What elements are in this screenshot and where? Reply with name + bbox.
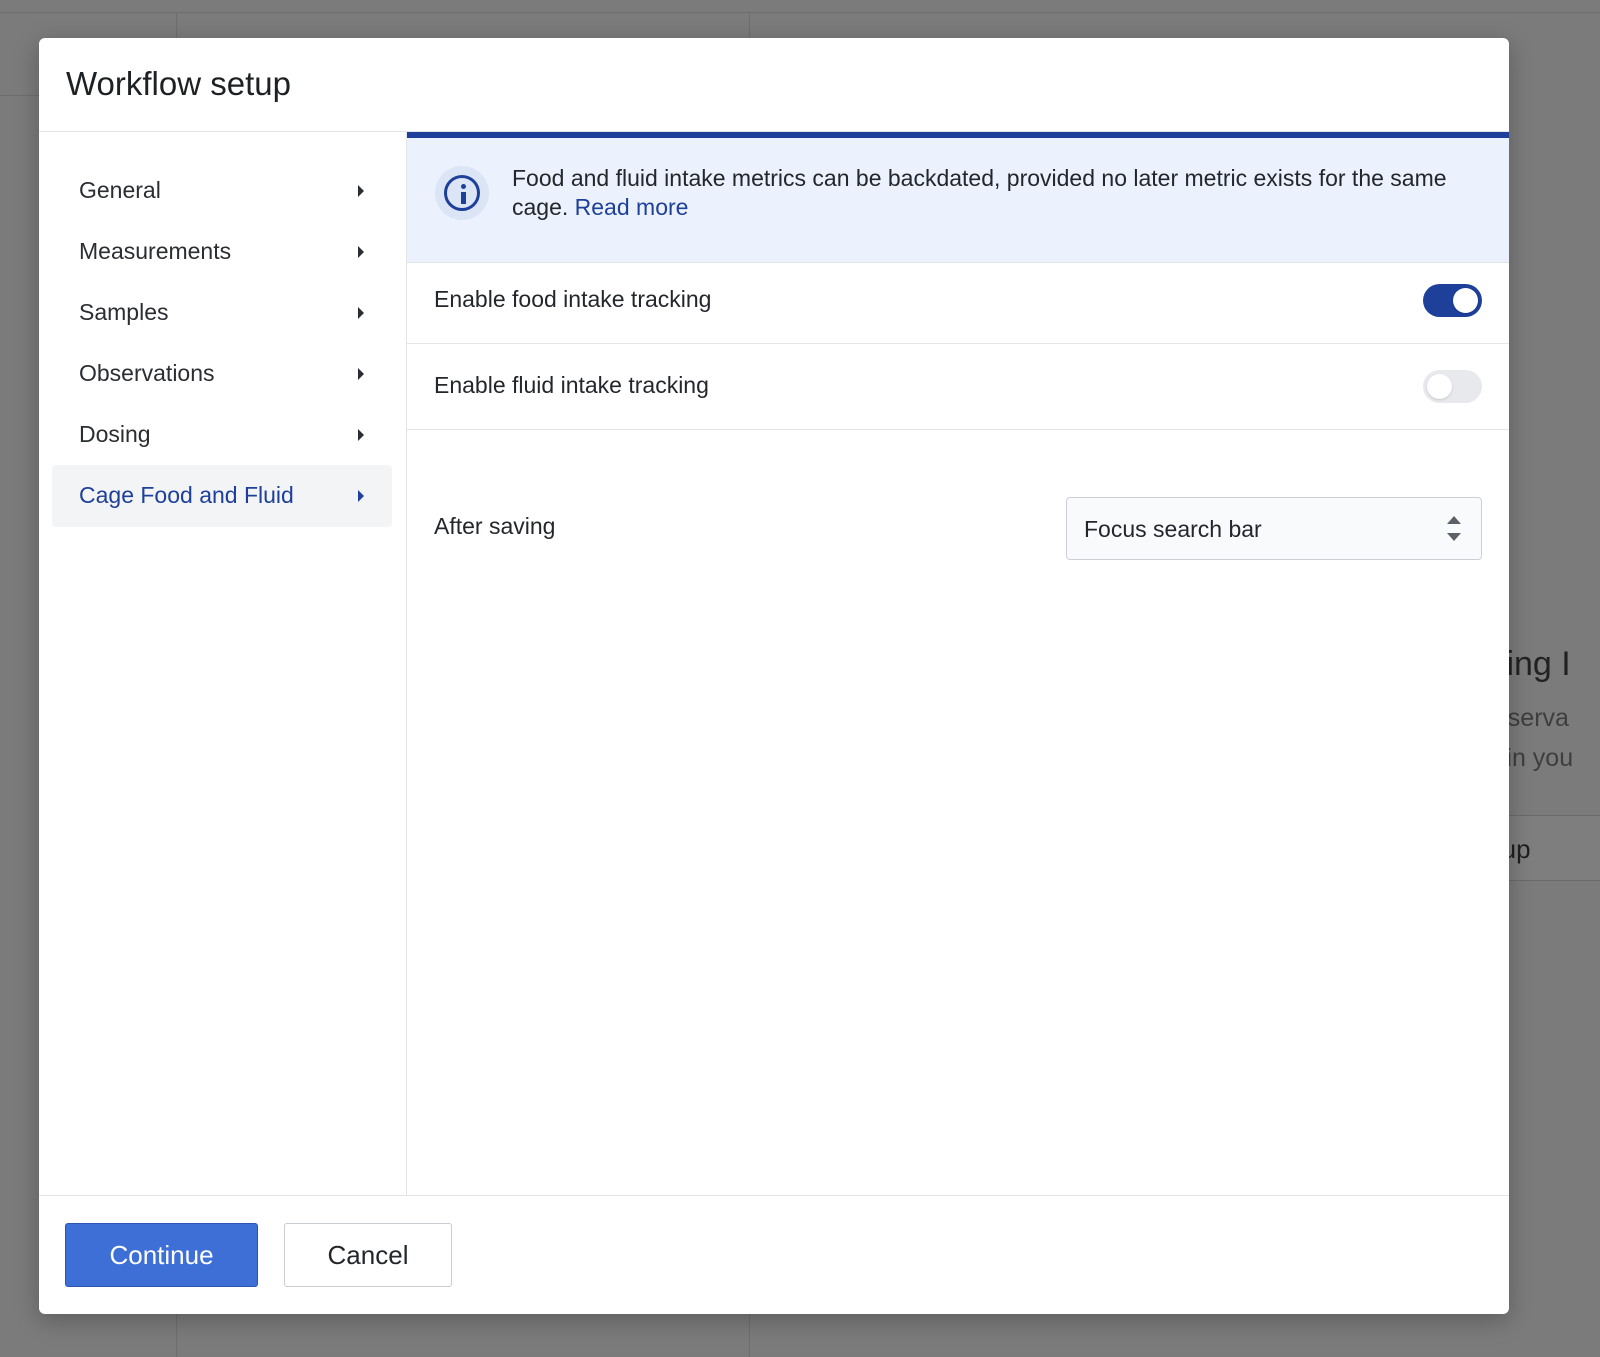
background-divider <box>0 95 40 96</box>
sidebar-item-label: Observations <box>79 360 215 386</box>
food-intake-toggle[interactable] <box>1423 284 1482 317</box>
sidebar-item-dosing[interactable]: Dosing <box>52 404 392 466</box>
chevron-right-icon <box>358 490 364 502</box>
chevron-up-icon <box>1447 516 1461 524</box>
toggle-knob <box>1427 374 1452 399</box>
continue-button[interactable]: Continue <box>65 1223 258 1287</box>
fluid-intake-toggle[interactable] <box>1423 370 1482 403</box>
fluid-intake-label: Enable fluid intake tracking <box>434 372 709 398</box>
chevron-down-icon <box>1447 533 1461 541</box>
toggle-knob <box>1453 288 1478 313</box>
sidebar-item-label: Cage Food and Fluid <box>79 482 294 508</box>
info-banner-text: Food and fluid intake metrics can be bac… <box>512 164 1459 222</box>
dialog-footer: Continue Cancel <box>39 1195 1509 1314</box>
food-intake-label: Enable food intake tracking <box>434 286 712 312</box>
chevron-right-icon <box>358 429 364 441</box>
settings-content: Food and fluid intake metrics can be bac… <box>407 132 1509 1196</box>
after-saving-setting-row: After saving Focus search bar <box>407 469 1509 589</box>
info-icon <box>435 166 489 220</box>
chevron-right-icon <box>358 307 364 319</box>
sidebar-item-label: Measurements <box>79 238 232 264</box>
sidebar-item-cage-food-and-fluid[interactable]: Cage Food and Fluid <box>52 465 392 527</box>
workflow-setup-dialog: Workflow setup General Measurements Samp… <box>39 38 1509 1314</box>
info-banner: Food and fluid intake metrics can be bac… <box>407 132 1509 263</box>
background-divider <box>0 12 1600 13</box>
dialog-header: Workflow setup <box>39 38 1509 132</box>
settings-sidebar: General Measurements Samples Observation… <box>39 132 407 1196</box>
sidebar-item-label: Samples <box>79 299 169 325</box>
after-saving-select[interactable]: Focus search bar <box>1066 497 1482 560</box>
after-saving-label: After saving <box>434 513 556 539</box>
sidebar-item-label: General <box>79 177 161 203</box>
cancel-button[interactable]: Cancel <box>284 1223 452 1287</box>
dialog-title: Workflow setup <box>66 65 291 102</box>
after-saving-selected-value: Focus search bar <box>1084 516 1262 542</box>
food-intake-setting-row: Enable food intake tracking <box>407 257 1509 344</box>
fluid-intake-setting-row: Enable fluid intake tracking <box>407 343 1509 430</box>
sidebar-item-observations[interactable]: Observations <box>52 343 392 405</box>
read-more-link[interactable]: Read more <box>575 194 689 220</box>
sidebar-item-measurements[interactable]: Measurements <box>52 221 392 283</box>
chevron-right-icon <box>358 368 364 380</box>
sidebar-item-general[interactable]: General <box>52 160 392 222</box>
sidebar-item-label: Dosing <box>79 421 151 447</box>
sidebar-item-samples[interactable]: Samples <box>52 282 392 344</box>
chevron-right-icon <box>358 185 364 197</box>
chevron-right-icon <box>358 246 364 258</box>
